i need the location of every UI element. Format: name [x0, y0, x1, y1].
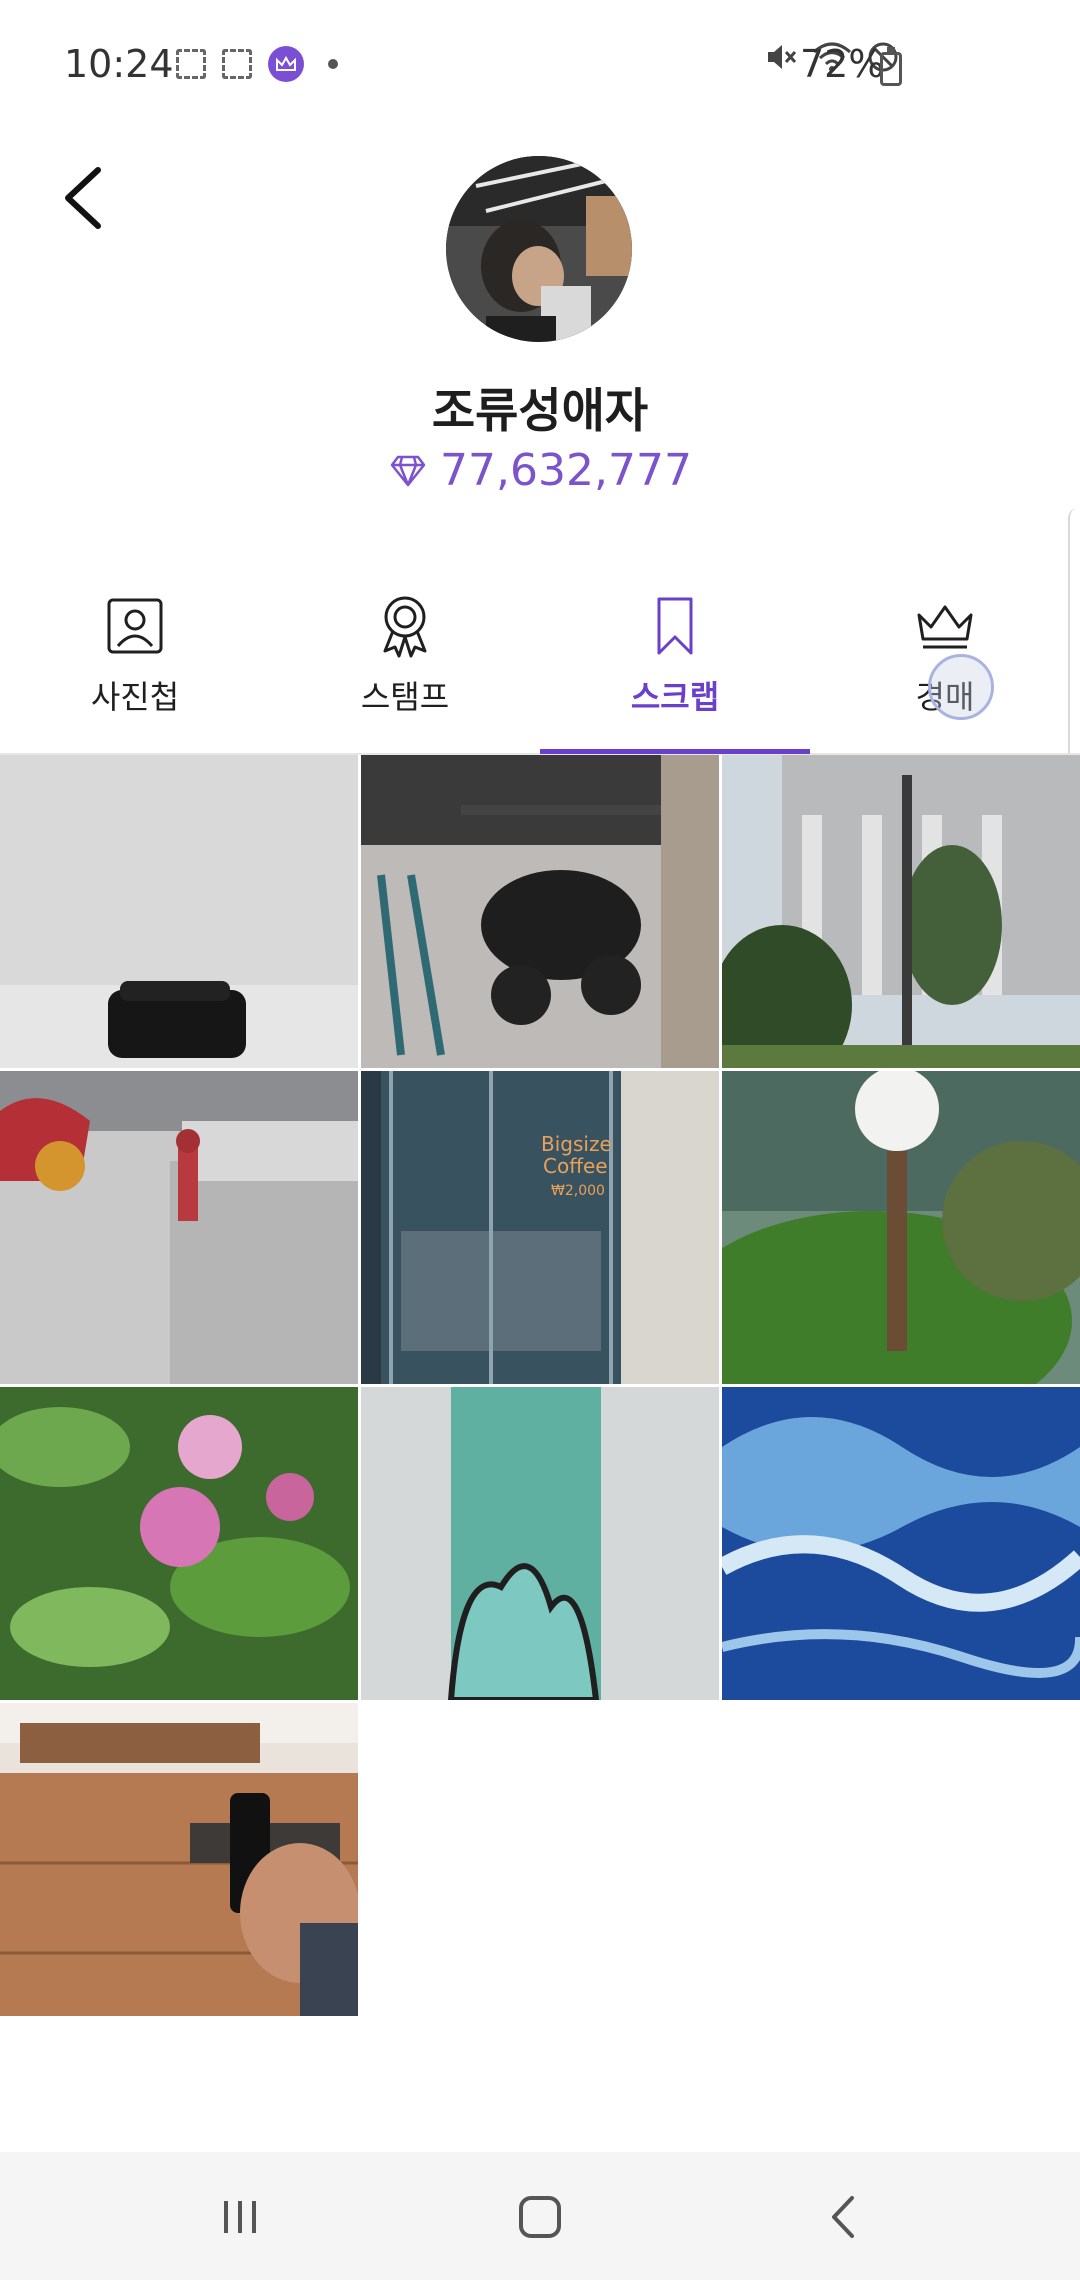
- storefront-sign-line2: Coffee: [543, 1154, 608, 1178]
- mute-icon: [768, 45, 797, 69]
- black-backpack-photo[interactable]: [0, 755, 358, 1068]
- profile-points: 77,632,777: [0, 445, 1080, 496]
- touch-ripple: [928, 654, 994, 720]
- stone-building-photo[interactable]: [722, 755, 1080, 1068]
- storefront-sign-line1: Bigsize: [541, 1132, 612, 1156]
- app-crown-notification-icon: [268, 46, 304, 82]
- back-chevron-icon: [832, 2196, 854, 2238]
- home-button[interactable]: [500, 2182, 580, 2252]
- tab-scrap[interactable]: 스크랩: [540, 580, 810, 752]
- system-nav-bar: [0, 2152, 1080, 2280]
- recent-apps-button[interactable]: [200, 2182, 280, 2252]
- battery-icon: [880, 47, 902, 86]
- status-time: 10:24: [64, 42, 174, 86]
- status-bar: 10:24 72%: [0, 0, 1080, 130]
- teal-stripe-mural-photo[interactable]: [361, 1387, 719, 1700]
- crown-icon: [915, 590, 975, 662]
- status-notification-icons: [176, 46, 338, 82]
- tab-stamp[interactable]: 스탬프: [270, 580, 540, 752]
- active-tab-indicator: [540, 749, 810, 754]
- storefront-sign-line3: ₩2,000: [551, 1183, 605, 1199]
- glass-storefront-photo[interactable]: Bigsize Coffee ₩2,000: [361, 1071, 719, 1384]
- fire-hydrant-photo[interactable]: [0, 1071, 358, 1384]
- garden-lamp-photo[interactable]: [722, 1071, 1080, 1384]
- tab-album[interactable]: 사진첩: [0, 580, 270, 752]
- wooden-table-phone-photo[interactable]: [0, 1703, 358, 2016]
- recent-apps-icon: [224, 2201, 256, 2233]
- back-button[interactable]: [48, 150, 118, 240]
- profile-username: 조류성애자: [431, 384, 649, 439]
- edge-panel-handle[interactable]: [1068, 508, 1080, 788]
- award-badge-icon: [375, 590, 435, 662]
- tab-scrap-label: 스크랩: [630, 678, 720, 716]
- screenshot-icon: [176, 49, 206, 79]
- profile-tabs: 사진첩 스탬프 스크랩 경매: [0, 580, 1080, 752]
- tab-album-label: 사진첩: [90, 678, 180, 716]
- person-portrait-icon: [105, 590, 165, 662]
- tab-stamp-label: 스탬프: [360, 678, 450, 716]
- azalea-flowers-photo[interactable]: [0, 1387, 358, 1700]
- home-icon: [519, 2196, 561, 2238]
- screen-record-icon: [222, 49, 252, 79]
- battery-percent: 72%: [800, 42, 885, 86]
- diamond-icon: [390, 455, 426, 486]
- scooters-parked-photo[interactable]: [361, 755, 719, 1068]
- more-notifications-dot-icon: [328, 59, 338, 69]
- profile-avatar[interactable]: [446, 156, 632, 342]
- ocean-waves-photo[interactable]: [722, 1387, 1080, 1700]
- points-value: 77,632,777: [440, 445, 692, 496]
- bookmark-icon: [653, 590, 697, 662]
- system-back-button[interactable]: [804, 2182, 884, 2252]
- chevron-left-icon: [65, 167, 101, 229]
